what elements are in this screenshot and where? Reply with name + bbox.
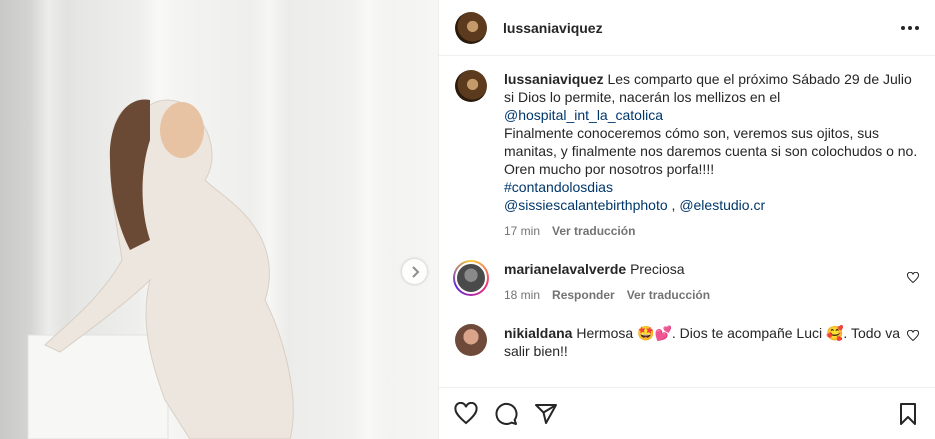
post-time[interactable]: 17 min <box>504 222 540 240</box>
next-photo-button[interactable] <box>402 259 427 284</box>
caption-username[interactable]: lussaniaviquez <box>504 71 604 87</box>
comment-icon[interactable] <box>493 401 519 427</box>
mention-link[interactable]: @elestudio.cr <box>679 197 765 213</box>
post-photo[interactable] <box>0 0 438 439</box>
like-comment-heart-icon[interactable] <box>907 272 919 284</box>
comment-time[interactable]: 18 min <box>504 286 540 304</box>
hashtag-link[interactable]: #contandolosdias <box>504 179 613 195</box>
photo-subject <box>27 99 294 439</box>
avatar[interactable] <box>455 70 487 102</box>
reply-button[interactable]: Responder <box>552 286 615 304</box>
more-icon[interactable] <box>893 20 919 36</box>
caption-text: Finalmente conoceremos cómo son, veremos… <box>504 125 918 159</box>
share-icon[interactable] <box>533 401 559 427</box>
chevron-right-icon <box>411 265 419 278</box>
mention-separator: , <box>667 197 680 213</box>
like-comment-heart-icon[interactable] <box>907 330 919 342</box>
comment-item: nikialdana Hermosa 🤩💕. Dios te acompañe … <box>455 324 919 360</box>
mention-link[interactable]: @hospital_int_la_catolica <box>504 107 663 123</box>
heart-icon[interactable] <box>453 401 479 427</box>
translate-button[interactable]: Ver traducción <box>552 222 635 240</box>
comment-item: marianelavalverde Preciosa 18 min Respon… <box>453 260 919 304</box>
post-sidebar: lussaniaviquez lussaniaviquez Les compar… <box>438 0 935 439</box>
translate-button[interactable]: Ver traducción <box>627 286 710 304</box>
comment-username[interactable]: nikialdana <box>504 325 572 341</box>
bookmark-icon[interactable] <box>895 401 921 427</box>
avatar[interactable] <box>453 260 489 296</box>
caption: lussaniaviquez Les comparto que el próxi… <box>455 70 919 240</box>
comments-list: lussaniaviquez Les comparto que el próxi… <box>439 56 935 387</box>
comment-username[interactable]: marianelavalverde <box>504 261 626 277</box>
comment-text: Preciosa <box>630 261 685 277</box>
avatar[interactable] <box>455 11 487 44</box>
post-modal: lussaniaviquez lussaniaviquez Les compar… <box>0 0 935 439</box>
avatar[interactable] <box>455 324 487 356</box>
action-bar <box>439 387 935 439</box>
mention-link[interactable]: @sissiescalantebirthphoto <box>504 197 668 213</box>
post-header: lussaniaviquez <box>439 0 935 56</box>
caption-text: Oren mucho por nosotros porfa!!!! <box>504 161 715 177</box>
header-username[interactable]: lussaniaviquez <box>503 20 603 36</box>
